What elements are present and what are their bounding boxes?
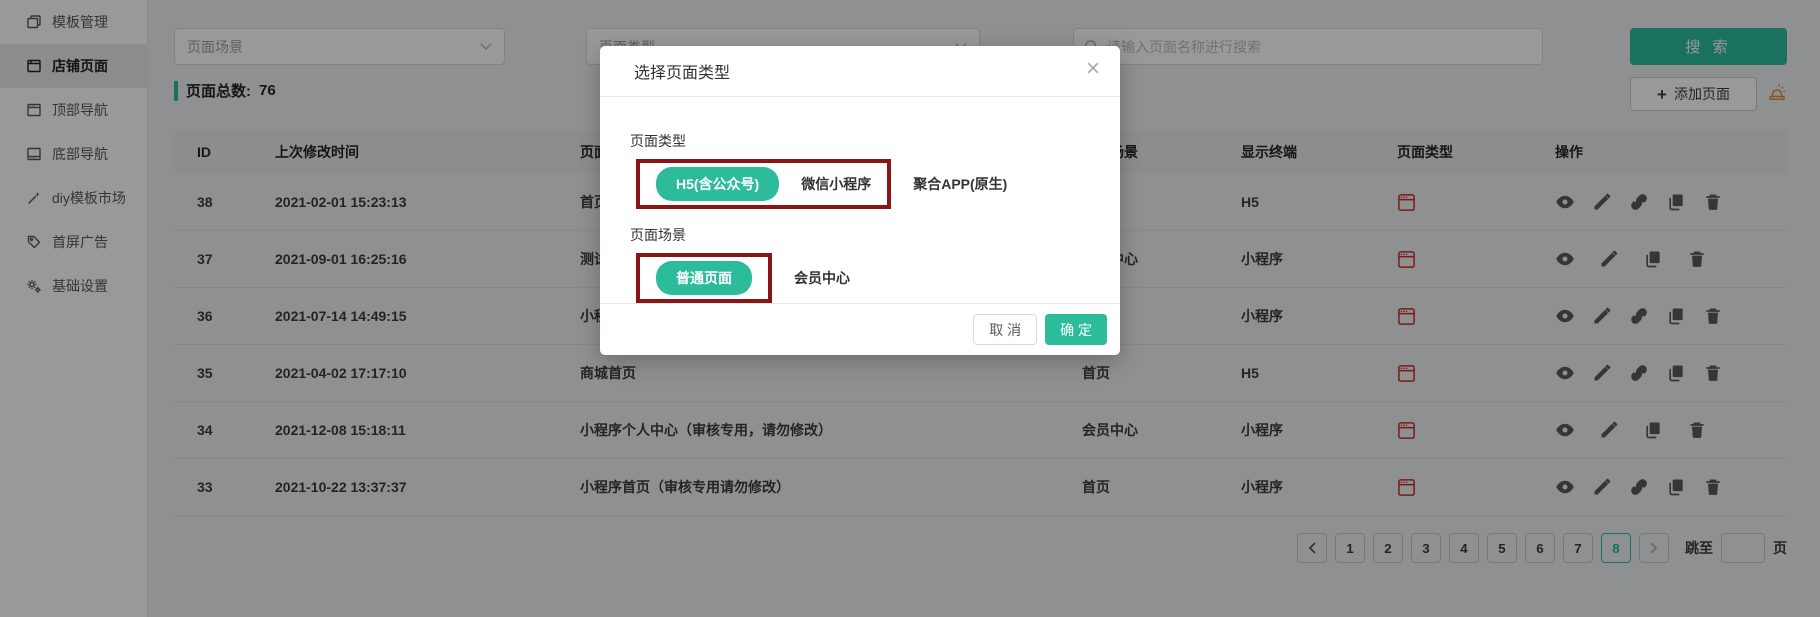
annotation-box: 普通页面	[636, 253, 772, 303]
option-native-app[interactable]: 聚合APP(原生)	[913, 174, 1007, 194]
modal-title: 选择页面类型	[634, 59, 730, 83]
cancel-button[interactable]: 取 消	[973, 314, 1037, 345]
page-scene-options: 普通页面 会员中心	[630, 253, 1090, 303]
page-root: 模板管理 店铺页面 顶部导航 底部导航 diy模板市场 首屏广告 基础设置 页面…	[0, 0, 1820, 617]
option-member-center[interactable]: 会员中心	[794, 268, 850, 288]
option-normal-page[interactable]: 普通页面	[656, 261, 752, 295]
select-page-type-modal: 选择页面类型 × 页面类型 H5(含公众号) 微信小程序 聚合APP(原生) 页…	[600, 46, 1120, 355]
annotation-box: H5(含公众号) 微信小程序	[636, 159, 891, 209]
modal-header: 选择页面类型 ×	[600, 46, 1120, 97]
modal-body: 页面类型 H5(含公众号) 微信小程序 聚合APP(原生) 页面场景 普通页面 …	[600, 97, 1120, 303]
confirm-button[interactable]: 确 定	[1045, 314, 1107, 345]
page-scene-label: 页面场景	[630, 225, 1090, 245]
option-wechat-miniprogram[interactable]: 微信小程序	[801, 174, 871, 194]
page-type-label: 页面类型	[630, 131, 1090, 151]
option-h5[interactable]: H5(含公众号)	[656, 167, 779, 201]
page-type-options: H5(含公众号) 微信小程序 聚合APP(原生)	[630, 159, 1090, 209]
modal-footer: 取 消 确 定	[600, 303, 1120, 355]
close-icon[interactable]: ×	[1086, 57, 1100, 81]
